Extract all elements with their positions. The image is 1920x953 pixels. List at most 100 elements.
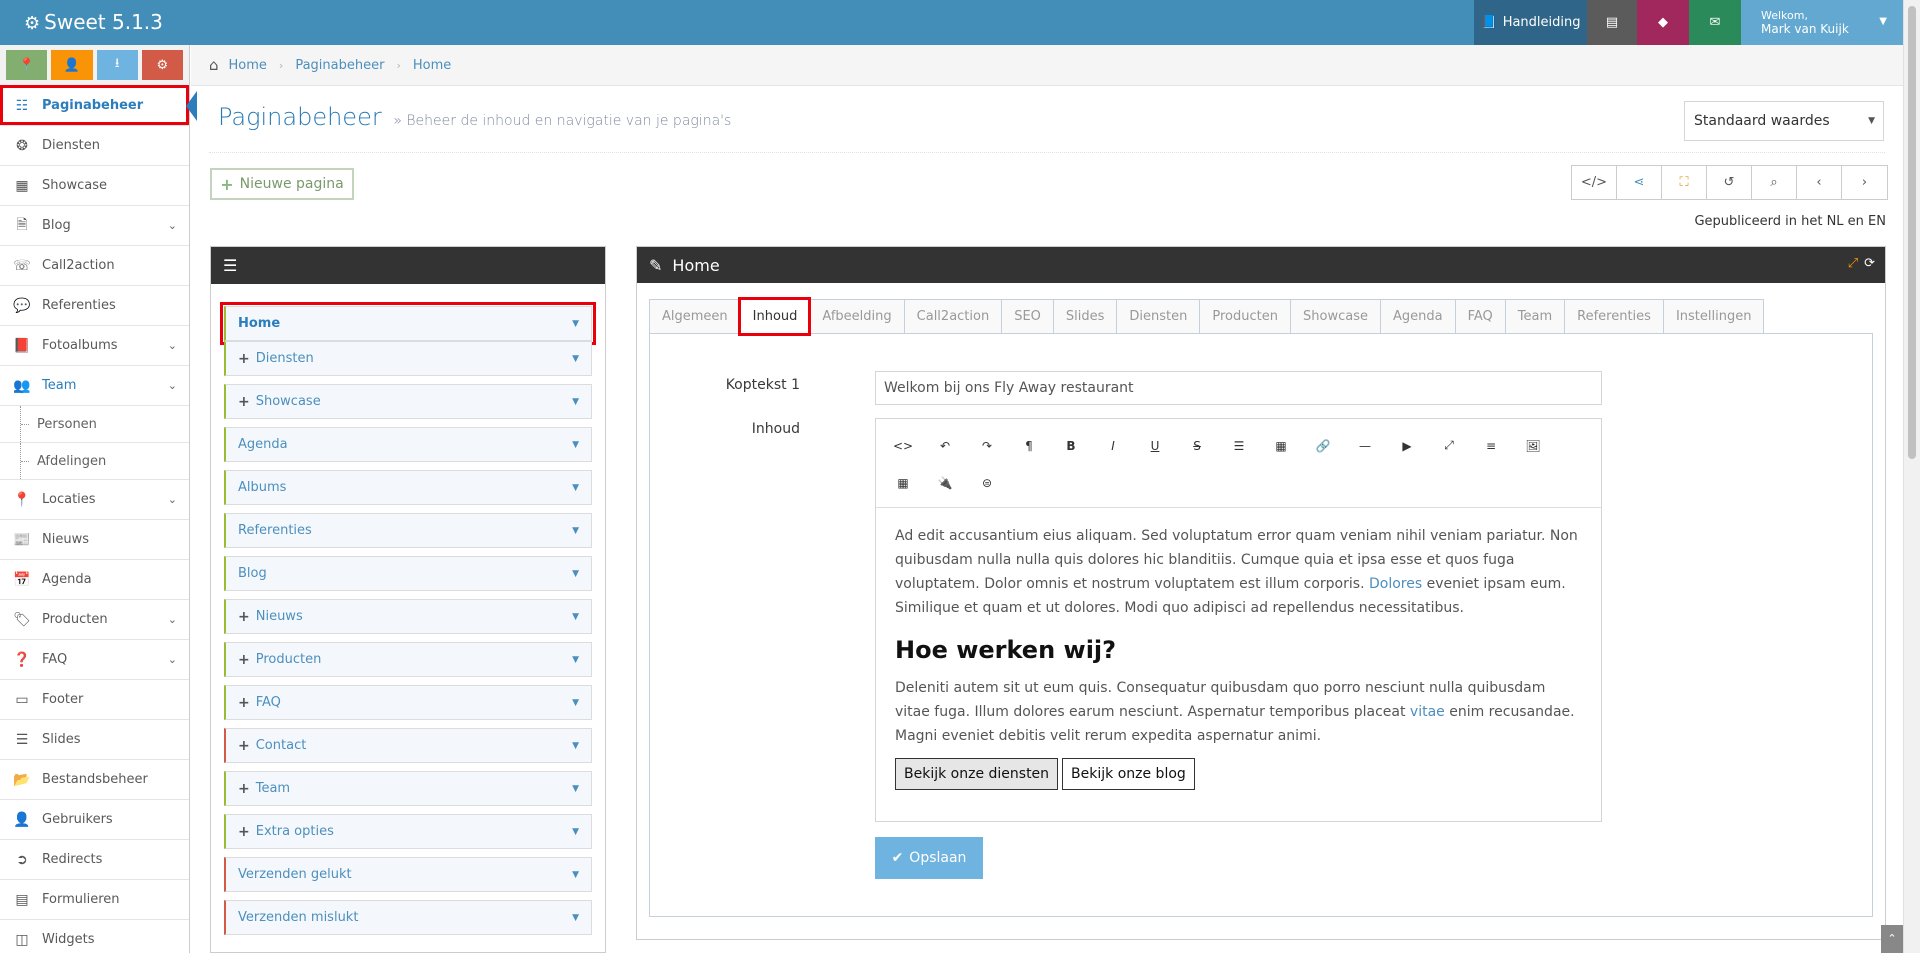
shortcut-settings[interactable]: ⚙ xyxy=(141,50,183,80)
tab-diensten[interactable]: Diensten xyxy=(1116,299,1200,334)
previous-button[interactable]: ‹ xyxy=(1797,166,1842,199)
sidebar-item-call2action[interactable]: ☏ Call2action xyxy=(0,245,189,285)
search-button[interactable]: ⌕ xyxy=(1752,166,1797,199)
sidebar-item-bestandsbeheer[interactable]: 📂 Bestandsbeheer xyxy=(0,759,189,799)
bold-button[interactable]: B xyxy=(1050,427,1092,464)
tab-algemeen[interactable]: Algemeen xyxy=(649,299,740,334)
tree-item-contact[interactable]: + Contact ▼ xyxy=(224,728,592,763)
sidebar-item-widgets[interactable]: ◫ Widgets xyxy=(0,919,189,953)
caret-down-icon[interactable]: ▼ xyxy=(572,827,579,837)
app-brand[interactable]: ⚙ Sweet 5.1.3 xyxy=(24,0,163,45)
tree-item-faq[interactable]: + FAQ ▼ xyxy=(224,685,592,720)
sidebar-item-gebruikers[interactable]: 👤 Gebruikers xyxy=(0,799,189,839)
link-button[interactable]: 🔗 xyxy=(1302,427,1344,464)
sidebar-item-paginabeheer[interactable]: ☷ Paginabeheer xyxy=(0,85,197,125)
tab-afbeelding[interactable]: Afbeelding xyxy=(809,299,904,334)
image-button[interactable]: 🖼 xyxy=(1512,427,1554,464)
caret-down-icon[interactable]: ▼ xyxy=(572,397,579,407)
tree-item-verzenden-gelukt[interactable]: Verzenden gelukt ▼ xyxy=(224,857,592,892)
tree-item-nieuws[interactable]: + Nieuws ▼ xyxy=(224,599,592,634)
tab-showcase[interactable]: Showcase xyxy=(1290,299,1380,334)
new-page-button[interactable]: + Nieuwe pagina xyxy=(210,168,354,200)
tree-item-agenda[interactable]: Agenda ▼ xyxy=(224,427,592,462)
plus-icon[interactable]: + xyxy=(238,394,250,410)
user-menu[interactable]: Welkom, Mark van Kuijk ▼ xyxy=(1741,0,1903,45)
sidebar-item-team[interactable]: 👥 Team ⌄ xyxy=(0,365,189,405)
code-view-button[interactable]: <> xyxy=(882,427,924,464)
video-button[interactable]: ▶ xyxy=(1386,427,1428,464)
share-button[interactable]: ⋖ xyxy=(1617,166,1662,199)
shortcut-users[interactable]: 👤 xyxy=(51,50,93,80)
tree-item-extra-opties[interactable]: + Extra opties ▼ xyxy=(224,814,592,849)
plus-icon[interactable]: + xyxy=(238,738,250,754)
editor-content[interactable]: Ad edit accusantium eius aliquam. Sed vo… xyxy=(876,508,1601,806)
grid-button[interactable]: ▦ xyxy=(882,464,924,501)
history-button[interactable]: ↺ xyxy=(1707,166,1752,199)
sidebar-subitem-afdelingen[interactable]: Afdelingen xyxy=(0,442,189,479)
caret-down-icon[interactable]: ▼ xyxy=(572,319,579,329)
plus-icon[interactable]: + xyxy=(238,781,250,797)
mail-button[interactable]: ✉ xyxy=(1689,0,1741,45)
breadcrumb-item-paginabeheer[interactable]: Paginabeheer xyxy=(295,58,384,73)
caret-down-icon[interactable]: ▼ xyxy=(572,569,579,579)
sidebar-item-formulieren[interactable]: ▤ Formulieren xyxy=(0,879,189,919)
sidebar-item-blog[interactable]: 🗎 Blog ⌄ xyxy=(0,205,189,245)
tab-call2action[interactable]: Call2action xyxy=(903,299,1002,334)
blog-cta-button[interactable]: Bekijk onze blog xyxy=(1062,758,1195,790)
save-button[interactable]: ✔ Opslaan xyxy=(875,837,983,879)
sidebar-item-nieuws[interactable]: 📰 Nieuws xyxy=(0,519,189,559)
sidebar-item-showcase[interactable]: ▦ Showcase xyxy=(0,165,189,205)
caret-down-icon[interactable]: ▼ xyxy=(572,655,579,665)
caret-down-icon[interactable]: ▼ xyxy=(572,870,579,880)
plus-icon[interactable]: + xyxy=(238,824,250,840)
breadcrumb-item-home[interactable]: Home xyxy=(229,58,267,73)
tab-producten[interactable]: Producten xyxy=(1199,299,1290,334)
tab-agenda[interactable]: Agenda xyxy=(1379,299,1455,334)
tree-item-albums[interactable]: Albums ▼ xyxy=(224,470,592,505)
manual-button[interactable]: 📘 Handleiding xyxy=(1474,0,1587,45)
sidebar-item-referenties[interactable]: 💬 Referenties xyxy=(0,285,189,325)
sidebar-item-diensten[interactable]: ❂ Diensten xyxy=(0,125,189,165)
tab-faq[interactable]: FAQ xyxy=(1454,299,1505,334)
services-cta-button[interactable]: Bekijk onze diensten xyxy=(895,758,1059,790)
bars-icon[interactable]: ☰ xyxy=(223,256,237,275)
sidebar-item-footer[interactable]: ▭ Footer xyxy=(0,679,189,719)
home-icon[interactable]: ⌂ xyxy=(209,56,219,74)
shortcut-download[interactable]: ⭳ xyxy=(96,50,138,80)
tab-slides[interactable]: Slides xyxy=(1052,299,1117,334)
page-scrollbar[interactable] xyxy=(1903,0,1920,953)
tree-item-referenties[interactable]: Referenties ▼ xyxy=(224,513,592,548)
sidebar-item-redirects[interactable]: ➲ Redirects xyxy=(0,839,189,879)
tab-instellingen[interactable]: Instellingen xyxy=(1662,299,1765,334)
paragraph-button[interactable]: ¶ xyxy=(1008,427,1050,464)
tab-inhoud[interactable]: Inhoud xyxy=(737,297,812,336)
sidebar-item-locaties[interactable]: 📍 Locaties ⌄ xyxy=(0,479,189,519)
shortcut-locations[interactable]: 📍 xyxy=(6,50,48,80)
caret-down-icon[interactable]: ▼ xyxy=(572,698,579,708)
sidebar-item-slides[interactable]: ☰ Slides xyxy=(0,719,189,759)
tree-item-showcase[interactable]: + Showcase ▼ xyxy=(224,384,592,419)
koptekst-input[interactable]: Welkom bij ons Fly Away restaurant xyxy=(875,371,1602,405)
plus-icon[interactable]: + xyxy=(238,609,250,625)
defaults-select[interactable]: Standaard waardes ▼ xyxy=(1684,101,1884,141)
sidebar-item-fotoalbums[interactable]: 📕 Fotoalbums ⌄ xyxy=(0,325,189,365)
caret-down-icon[interactable]: ▼ xyxy=(572,741,579,751)
expand-icon[interactable]: ⤢ xyxy=(1848,256,1858,271)
back-to-top-button[interactable]: ⌃ xyxy=(1881,925,1903,953)
symbol-button[interactable]: ⊜ xyxy=(966,464,1008,501)
caret-down-icon[interactable]: ▼ xyxy=(572,784,579,794)
fullscreen-button[interactable]: ⤢ xyxy=(1428,427,1470,464)
plus-icon[interactable]: + xyxy=(238,351,250,367)
caret-down-icon[interactable]: ▼ xyxy=(572,483,579,493)
list-button[interactable]: ☰ xyxy=(1218,427,1260,464)
underline-button[interactable]: U xyxy=(1134,427,1176,464)
next-button[interactable]: › xyxy=(1842,166,1887,199)
plug-button[interactable]: 🔌 xyxy=(924,464,966,501)
plus-icon[interactable]: + xyxy=(238,652,250,668)
plus-icon[interactable]: + xyxy=(238,695,250,711)
caret-down-icon[interactable]: ▼ xyxy=(572,526,579,536)
sidebar-item-faq[interactable]: ❓ FAQ ⌄ xyxy=(0,639,189,679)
content-link[interactable]: Dolores xyxy=(1369,576,1422,592)
italic-button[interactable]: I xyxy=(1092,427,1134,464)
tree-item-home[interactable]: Home ▼ xyxy=(220,302,596,345)
